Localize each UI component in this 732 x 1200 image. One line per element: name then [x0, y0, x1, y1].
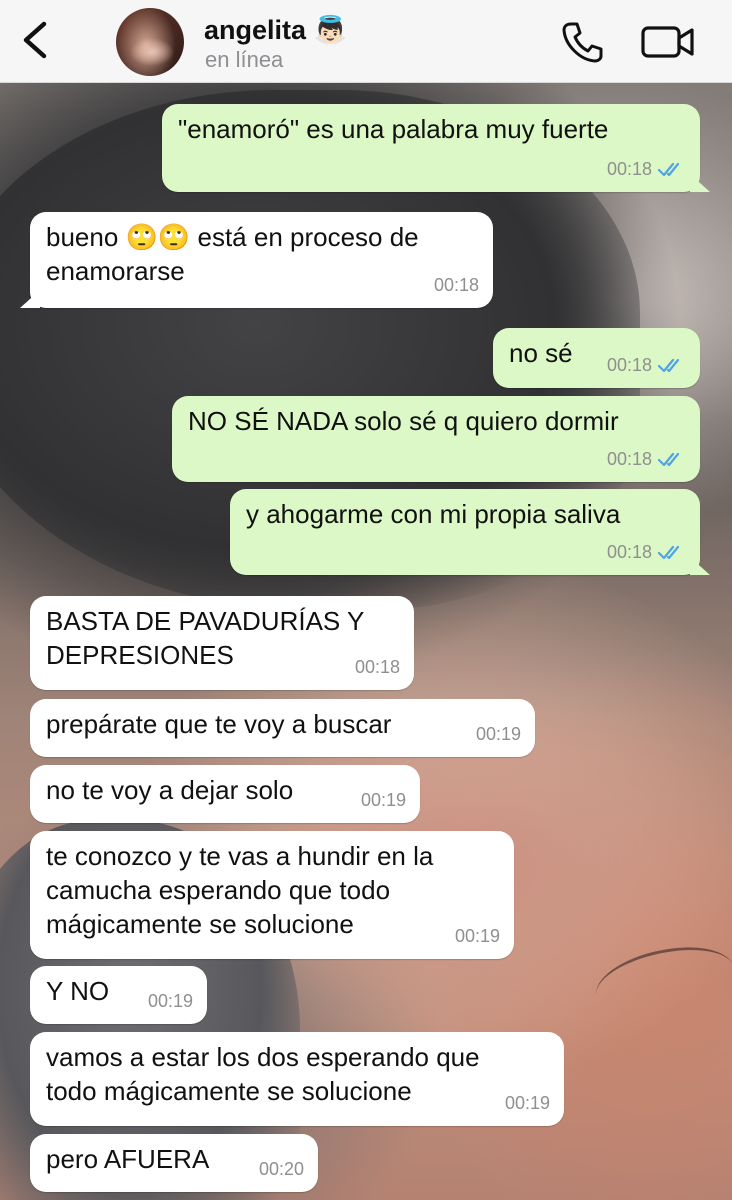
- outgoing-message[interactable]: y ahogarme con mi propia saliva 00:18: [230, 489, 700, 575]
- message-timestamp: 00:18: [433, 275, 479, 295]
- message-meta: 00:19: [455, 919, 500, 953]
- message-timestamp: 00:18: [606, 159, 652, 179]
- contact-status: en línea: [205, 47, 284, 72]
- outgoing-message[interactable]: no sé 00:18: [493, 328, 700, 388]
- read-receipt-icon: [658, 358, 680, 373]
- message-timestamp: 00:19: [454, 926, 500, 946]
- message-meta: 00:19: [148, 984, 193, 1018]
- incoming-message[interactable]: no te voy a dejar solo 00:19: [30, 765, 420, 823]
- message-text: no te voy a dejar solo: [46, 775, 294, 805]
- message-meta: 00:18: [607, 442, 686, 476]
- back-button[interactable]: [14, 18, 54, 62]
- message-timestamp: 00:19: [147, 991, 193, 1011]
- message-meta: 00:18: [434, 268, 479, 302]
- video-call-button[interactable]: [640, 20, 696, 64]
- message-text: NO SÉ NADA solo sé q quiero dormir: [188, 406, 619, 436]
- phone-icon: [562, 22, 603, 63]
- incoming-message[interactable]: bueno 🙄🙄 está en proceso de enamorarse 00…: [30, 212, 493, 308]
- avatar[interactable]: [116, 8, 184, 76]
- message-meta: 00:19: [361, 783, 406, 817]
- read-receipt-icon: [658, 162, 680, 177]
- message-timestamp: 00:18: [606, 355, 652, 375]
- message-text: "enamoró" es una palabra muy fuerte: [178, 114, 609, 144]
- read-receipt-icon: [658, 545, 680, 560]
- incoming-message[interactable]: pero AFUERA 00:20: [30, 1134, 318, 1192]
- message-text: prepárate que te voy a buscar: [46, 709, 392, 739]
- message-list[interactable]: "enamoró" es una palabra muy fuerte 00:18…: [0, 82, 732, 1200]
- incoming-message[interactable]: Y NO 00:19: [30, 966, 207, 1024]
- message-timestamp: 00:18: [354, 657, 400, 677]
- message-timestamp: 00:19: [504, 1093, 550, 1113]
- contact-name[interactable]: angelita 👼🏻: [204, 14, 347, 46]
- incoming-message[interactable]: vamos a estar los dos esperando que todo…: [30, 1032, 564, 1126]
- message-meta: 00:18: [607, 348, 686, 382]
- incoming-message[interactable]: te conozco y te vas a hundir en la camuc…: [30, 831, 514, 959]
- message-text: y ahogarme con mi propia saliva: [246, 499, 621, 529]
- message-meta: 00:19: [505, 1086, 550, 1120]
- chat-header: angelita 👼🏻 en línea: [0, 0, 732, 83]
- message-meta: 00:19: [476, 717, 521, 751]
- message-text: BASTA DE PAVADURÍAS Y DEPRESIONES: [46, 606, 365, 670]
- message-text: vamos a estar los dos esperando que todo…: [46, 1042, 480, 1106]
- chevron-left-icon: [23, 21, 47, 59]
- outgoing-message[interactable]: "enamoró" es una palabra muy fuerte 00:18: [162, 104, 700, 192]
- message-meta: 00:18: [607, 535, 686, 569]
- call-button[interactable]: [560, 20, 604, 64]
- message-timestamp: 00:19: [475, 724, 521, 744]
- video-camera-icon: [641, 26, 694, 58]
- message-timestamp: 00:18: [606, 542, 652, 562]
- message-meta: 00:20: [259, 1152, 304, 1186]
- message-timestamp: 00:19: [360, 790, 406, 810]
- outgoing-message[interactable]: NO SÉ NADA solo sé q quiero dormir 00:18: [172, 396, 700, 482]
- message-meta: 00:18: [607, 152, 686, 186]
- message-timestamp: 00:18: [606, 449, 652, 469]
- message-meta: 00:18: [355, 650, 400, 684]
- incoming-message[interactable]: BASTA DE PAVADURÍAS Y DEPRESIONES 00:18: [30, 596, 414, 690]
- incoming-message[interactable]: prepárate que te voy a buscar 00:19: [30, 699, 535, 757]
- message-timestamp: 00:20: [258, 1159, 304, 1179]
- message-text: bueno 🙄🙄 está en proceso de enamorarse: [46, 222, 419, 286]
- message-text: te conozco y te vas a hundir en la camuc…: [46, 841, 434, 939]
- read-receipt-icon: [658, 452, 680, 467]
